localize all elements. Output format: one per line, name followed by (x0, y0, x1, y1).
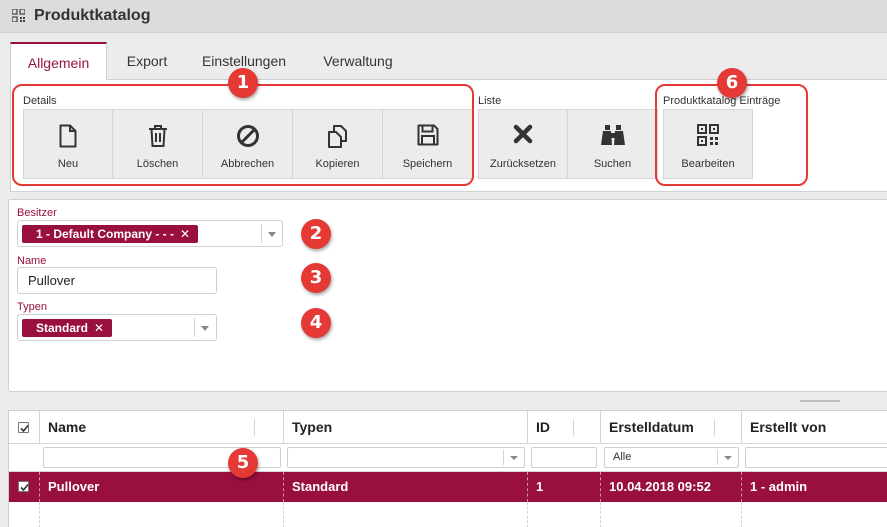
name-label: Name (17, 255, 47, 267)
filter-divider (717, 450, 718, 465)
types-label: Typen (17, 301, 47, 313)
row-select-cell (9, 472, 40, 502)
select-all-cell (9, 411, 40, 444)
owner-select[interactable]: 1 - Default Company - - - ✕ (17, 220, 283, 247)
annotation-marker-3: 3 (301, 263, 331, 293)
types-select[interactable]: Standard ✕ (17, 314, 217, 341)
search-button-label: Suchen (593, 158, 632, 170)
search-button[interactable]: Suchen (567, 109, 658, 179)
column-resize-handle[interactable] (254, 419, 255, 436)
name-field[interactable]: Pullover (17, 267, 217, 294)
empty-row (9, 502, 887, 527)
window-title: Produktkatalog (34, 7, 151, 24)
tab-verwaltung[interactable]: Verwaltung (310, 42, 406, 80)
column-header-created-date[interactable]: Erstelldatum (601, 411, 742, 444)
grid-header-row: Name Typen ID Erstelldatum Erstellt von (9, 411, 887, 444)
column-header-name[interactable]: Name (40, 411, 284, 444)
column-header-created-by[interactable]: Erstellt von (742, 411, 887, 444)
reset-x-icon (513, 124, 533, 144)
check-icon (20, 483, 29, 492)
chevron-down-icon[interactable] (724, 456, 732, 460)
cell-created-date: 10.04.2018 09:52 (601, 472, 742, 502)
annotation-marker-5: 5 (228, 448, 258, 478)
empty-cell (9, 502, 40, 527)
owner-select-divider (261, 224, 262, 243)
empty-cell (284, 502, 528, 527)
types-select-divider (194, 318, 195, 337)
group-label-liste: Liste (478, 95, 502, 107)
annotation-marker-2: 2 (301, 219, 331, 249)
binoculars-icon (600, 125, 625, 145)
select-all-checkbox[interactable] (18, 422, 29, 433)
data-grid: Name Typen ID Erstelldatum Erstellt von … (8, 410, 887, 527)
filter-created-date-value: Alle (613, 451, 632, 463)
qr-code-icon (12, 9, 25, 22)
tab-allgemein[interactable]: Allgemein (10, 42, 107, 80)
filter-types-select[interactable] (287, 447, 525, 468)
owner-tag-remove-icon[interactable]: ✕ (180, 227, 190, 241)
table-row[interactable]: Pullover Standard 1 10.04.2018 09:52 1 -… (9, 472, 887, 502)
types-tag: Standard ✕ (22, 319, 113, 337)
chevron-down-icon[interactable] (510, 456, 518, 460)
chevron-down-icon[interactable] (268, 232, 276, 237)
owner-tag: 1 - Default Company - - - ✕ (22, 225, 199, 243)
owner-tag-text: 1 - Default Company - - - (36, 227, 175, 241)
form-panel: Besitzer 1 - Default Company - - - ✕ Name… (8, 199, 887, 392)
cell-id: 1 (528, 472, 601, 502)
column-resize-handle[interactable] (714, 419, 715, 436)
empty-cell (601, 502, 742, 527)
filter-id-input[interactable] (531, 447, 597, 468)
annotation-marker-6: 6 (717, 68, 747, 98)
row-checkbox[interactable] (18, 481, 29, 492)
filter-created-date-select[interactable]: Alle (604, 447, 739, 468)
tab-export[interactable]: Export (110, 42, 184, 80)
title-bar: Produktkatalog (0, 0, 887, 33)
types-tag-remove-icon[interactable]: ✕ (94, 321, 104, 335)
filter-divider (503, 450, 504, 465)
filter-created-by-input[interactable] (745, 447, 887, 468)
empty-cell (528, 502, 601, 527)
annotation-frame-details (12, 84, 474, 186)
column-resize-handle[interactable] (573, 419, 574, 436)
types-tag-text: Standard (36, 321, 89, 335)
chevron-down-icon[interactable] (201, 326, 209, 331)
panel-splitter-handle[interactable] (800, 400, 840, 402)
annotation-marker-4: 4 (301, 308, 331, 338)
column-header-types[interactable]: Typen (284, 411, 528, 444)
empty-cell (40, 502, 284, 527)
column-header-id[interactable]: ID (528, 411, 601, 444)
reset-button[interactable]: Zurücksetzen (478, 109, 568, 179)
owner-label: Besitzer (17, 207, 57, 219)
annotation-frame-entries (655, 84, 808, 186)
grid-filter-row: Alle (9, 444, 887, 472)
annotation-marker-1: 1 (228, 68, 258, 98)
reset-button-label: Zurücksetzen (489, 158, 557, 170)
cell-created-by: 1 - admin (750, 479, 808, 494)
cell-types: Standard (284, 472, 528, 502)
check-icon (20, 424, 29, 433)
